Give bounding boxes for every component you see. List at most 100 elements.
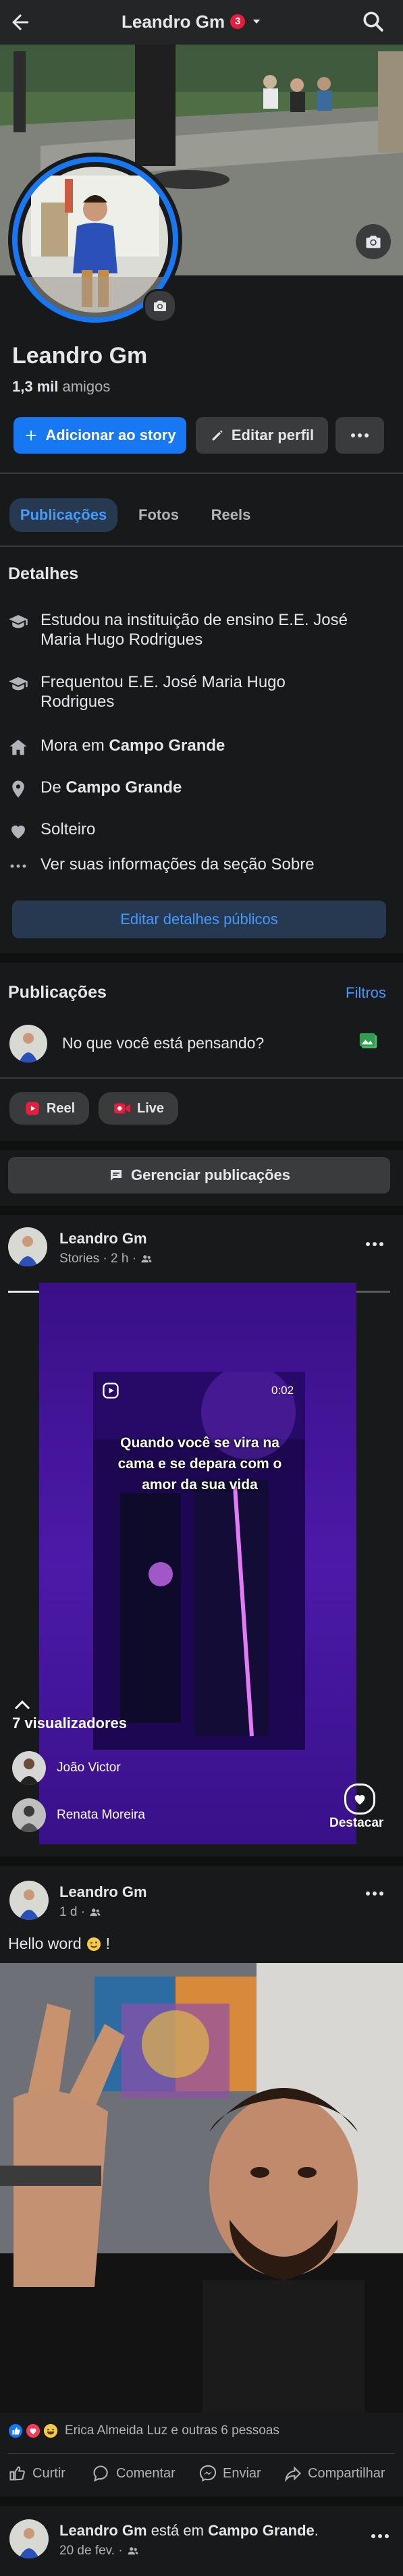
composer-input[interactable]: No que você está pensando?: [62, 1034, 264, 1052]
highlight-label[interactable]: Destacar: [329, 1816, 383, 1831]
post-meta-text: 20 de fev. ·: [59, 2544, 123, 2558]
more-dots-icon: [350, 432, 370, 439]
composer-avatar: [9, 1025, 47, 1063]
photo-gallery-icon[interactable]: [358, 1030, 381, 1053]
graduation-cap-icon: [8, 610, 28, 632]
send-button[interactable]: Enviar: [198, 2464, 261, 2483]
detail-place: Campo Grande: [109, 736, 225, 755]
chevron-up-icon[interactable]: [14, 1700, 31, 1711]
reel-label: Reel: [46, 1100, 76, 1116]
post-author[interactable]: Leandro Gm: [59, 1883, 147, 1901]
live-button[interactable]: Live: [99, 1092, 178, 1125]
story-caption: Quando você se vira na cama e se depara …: [117, 1435, 282, 1493]
edit-details-label: Editar detalhes públicos: [120, 911, 278, 928]
top-bar: Leandro Gm 3: [0, 0, 403, 45]
author-avatar[interactable]: [8, 1227, 47, 1266]
filters-link[interactable]: Filtros: [346, 984, 386, 1002]
add-to-story-label: Adicionar ao story: [45, 427, 176, 444]
tab-label: Publicações: [20, 506, 107, 523]
haha-reaction-icon: [43, 2423, 58, 2438]
detail-text: Ver suas informações da seção Sobre: [41, 855, 315, 874]
post-header-mid: está em: [146, 2522, 209, 2539]
detail-text: Estudou na instituição de ensino E.E. Jo…: [41, 611, 348, 649]
wink-emoji-icon: [86, 1936, 102, 1952]
messenger-icon: [198, 2464, 217, 2483]
post-photo[interactable]: [0, 1963, 403, 2413]
friends-audience-icon: [89, 1906, 101, 1918]
detail-see-about[interactable]: Ver suas informações da seção Sobre: [8, 855, 315, 876]
post-author[interactable]: Leandro Gm: [59, 2522, 147, 2539]
divider: [0, 545, 403, 547]
edit-profile-button[interactable]: Editar perfil: [196, 417, 328, 454]
posts-heading: Publicações: [8, 983, 107, 1002]
heart-icon: [8, 820, 28, 841]
detail-prefix: Mora em: [41, 736, 109, 755]
detail-lives-in[interactable]: Mora em Campo Grande: [8, 736, 225, 757]
post-text: Hello word !: [8, 1935, 110, 1953]
detail-relationship[interactable]: Solteiro: [8, 820, 95, 841]
like-label: Curtir: [32, 2465, 65, 2481]
page-title: Leandro Gm: [122, 11, 225, 32]
cover-camera-icon[interactable]: [356, 224, 391, 259]
friends-audience-icon: [127, 2545, 139, 2557]
manage-posts-label: Gerenciar publicações: [131, 1166, 290, 1183]
live-video-icon: [113, 1100, 132, 1117]
reactions-bar[interactable]: Erica Almeida Luz e outras 6 pessoas: [8, 2423, 279, 2438]
post-options-icon[interactable]: [365, 1890, 385, 1897]
add-to-story-button[interactable]: Adicionar ao story: [14, 417, 186, 454]
detail-from[interactable]: De Campo Grande: [8, 778, 182, 799]
divider: [0, 1077, 403, 1079]
post-header-end: .: [314, 2522, 319, 2539]
viewer-name[interactable]: Renata Moreira: [57, 1808, 145, 1823]
share-button[interactable]: Compartilhar: [284, 2464, 385, 2483]
live-label: Live: [136, 1100, 165, 1116]
friends-count[interactable]: 1,3 mil amigos: [12, 378, 110, 396]
back-arrow-icon[interactable]: [8, 10, 32, 34]
viewer-name[interactable]: João Victor: [57, 1761, 121, 1775]
post-place[interactable]: Campo Grande: [208, 2522, 315, 2539]
edit-public-details-button[interactable]: Editar detalhes públicos: [12, 901, 386, 938]
post-meta: 1 d ·: [59, 1905, 101, 1920]
author-avatar[interactable]: [9, 2519, 49, 2558]
manage-posts-button[interactable]: Gerenciar publicações: [8, 1157, 390, 1193]
tab-reels[interactable]: Reels: [200, 498, 262, 532]
thumbs-up-icon: [8, 2464, 27, 2483]
section-separator: [0, 953, 403, 963]
profile-name: Leandro Gm: [12, 343, 148, 369]
comment-label: Comentar: [116, 2465, 176, 2481]
detail-text: Solteiro: [41, 820, 96, 838]
share-label: Compartilhar: [308, 2465, 385, 2481]
exclamation-text: !: [105, 1935, 111, 1952]
tab-publicacoes[interactable]: Publicações: [9, 498, 117, 532]
post-meta-text: 1 d ·: [59, 1905, 86, 1919]
divider: [8, 2453, 395, 2454]
send-label: Enviar: [223, 2465, 261, 2481]
chat-bubble-icon: [108, 1167, 124, 1183]
reel-icon: [24, 1100, 41, 1117]
post-options-icon[interactable]: [365, 1241, 385, 1247]
like-button[interactable]: Curtir: [8, 2464, 65, 2483]
post-options-icon[interactable]: [370, 2533, 390, 2540]
post-meta: 20 de fev. ·: [59, 2544, 139, 2558]
house-icon: [8, 736, 28, 757]
divider: [0, 473, 403, 474]
profile-camera-icon[interactable]: [143, 289, 177, 323]
reel-button[interactable]: Reel: [9, 1092, 89, 1125]
comment-button[interactable]: Comentar: [92, 2464, 176, 2483]
detail-education[interactable]: Estudou na instituição de ensino E.E. Jo…: [8, 610, 359, 649]
more-options-button[interactable]: [335, 417, 384, 454]
pencil-icon: [210, 428, 225, 443]
heart-circle-icon[interactable]: [344, 1783, 375, 1815]
notification-badge: 3: [230, 14, 246, 29]
header-title-group[interactable]: Leandro Gm 3: [122, 9, 263, 34]
like-reaction-icon: [8, 2423, 23, 2438]
viewers-count[interactable]: 7 visualizadores: [12, 1715, 127, 1732]
post-author[interactable]: Leandro Gm: [59, 1230, 147, 1247]
friends-count-label: amigos: [62, 378, 111, 395]
edit-profile-label: Editar perfil: [231, 427, 315, 444]
detail-school[interactable]: Frequentou E.E. José Maria Hugo Rodrigue…: [8, 672, 359, 712]
author-avatar[interactable]: [9, 1881, 49, 1920]
tab-fotos[interactable]: Fotos: [128, 498, 189, 532]
search-icon[interactable]: [361, 9, 385, 34]
post-header-text: Leandro Gm está em Campo Grande.: [59, 2522, 319, 2540]
